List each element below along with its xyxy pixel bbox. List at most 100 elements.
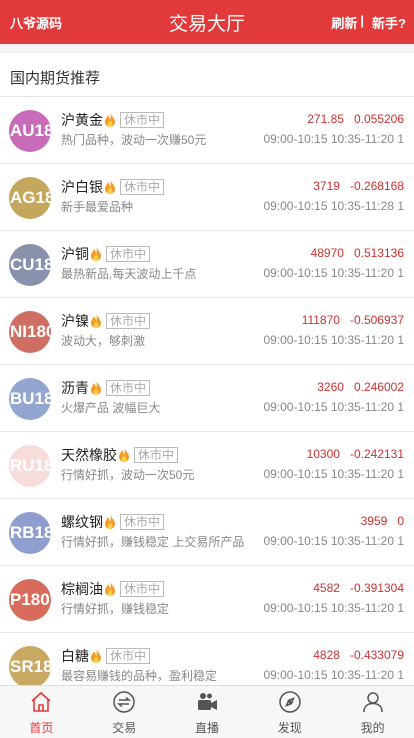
product-name: 沥青: [61, 380, 89, 396]
futures-row[interactable]: CU18 沪铜 休市中 最热新品,每天波动上千点 48970 0.513136 09:00-…: [0, 231, 414, 298]
tab-label: 直播: [194, 721, 219, 735]
top-bar: 八爷源码 交易大厅 刷新 | 新手?: [0, 0, 414, 44]
product-description: 行情好抓，赚钱稳定: [61, 602, 170, 616]
flame-icon: [90, 380, 102, 396]
product-description: 热门品种，波动一次赚50元: [61, 133, 207, 147]
change-value: -0.242131: [349, 447, 404, 461]
change-value: -0.506937: [349, 313, 404, 327]
help-button[interactable]: 新手?: [372, 13, 406, 32]
change-value: -0.433079: [349, 648, 404, 662]
trading-hours: 09:00-10:15 10:35-11:20 1: [263, 132, 404, 146]
product-avatar: AU18: [9, 110, 51, 152]
tab-label: 首页: [29, 721, 54, 735]
price-value: 271.85: [307, 112, 344, 126]
flame-icon: [104, 581, 116, 597]
price-quote: 10300 -0.242131: [307, 447, 404, 461]
futures-row[interactable]: NI180 沪镍 休市中 波动大，够刺激 111870 -0.506937 09:00-10…: [0, 298, 414, 365]
tab-compass[interactable]: 发现: [248, 686, 331, 738]
header-actions: 刷新 | 新手?: [331, 13, 406, 32]
futures-row[interactable]: SR18 白糖 休市中 最容易赚钱的品种，盈利稳定 4828 -0.433079 09:00…: [0, 633, 414, 685]
status-badge: 休市中: [106, 313, 151, 329]
change-value: 0: [397, 514, 404, 528]
status-badge: 休市中: [106, 648, 151, 664]
product-avatar: P180: [9, 579, 51, 621]
product-name-line: 螺纹钢 休市中: [61, 512, 165, 532]
trading-hours: 09:00-10:15 10:35-11:20 1: [263, 534, 404, 548]
price-value: 3719: [313, 179, 340, 193]
section-title: 国内期货推荐: [10, 70, 101, 87]
flame-icon: [104, 179, 116, 195]
product-avatar: RU18: [9, 445, 51, 487]
price-value: 48970: [310, 246, 344, 260]
product-name-line: 棕榈油 休市中: [61, 579, 165, 599]
tab-label: 发现: [277, 721, 302, 735]
status-badge: 休市中: [120, 179, 165, 195]
product-description: 行情好抓，波动一次50元: [61, 468, 195, 482]
price-quote: 48970 0.513136: [311, 246, 404, 260]
price-quote: 271.85 0.055206: [307, 112, 404, 126]
change-value: -0.391304: [349, 581, 404, 595]
product-name-line: 沪白银 休市中: [61, 177, 165, 197]
product-name: 螺纹钢: [61, 514, 103, 530]
price-quote: 4828 -0.433079: [313, 648, 404, 662]
futures-row[interactable]: AG18 沪白银 休市中 新手最爱品种 3719 -0.268168 09:00-10:15…: [0, 164, 414, 231]
trading-hours: 09:00-10:15 10:35-11:20 1: [263, 333, 404, 347]
product-name: 棕榈油: [61, 581, 103, 597]
product-name: 沪铜: [61, 246, 89, 262]
product-name-line: 沪镍 休市中: [61, 311, 151, 331]
flame-icon: [90, 648, 102, 664]
exchange-icon: [112, 690, 136, 717]
trading-hours: 09:00-10:15 10:35-11:20 1: [263, 668, 404, 682]
price-value: 3260: [317, 380, 344, 394]
product-name: 白糖: [61, 648, 89, 664]
trading-hours: 09:00-10:15 10:35-11:20 1: [263, 266, 404, 280]
flame-icon: [90, 246, 102, 262]
app-screen: 八爷源码 交易大厅 刷新 | 新手? 国内期货推荐 AU18 沪黄金休市中 热门品种…: [0, 0, 414, 738]
tab-home[interactable]: 首页: [0, 686, 83, 738]
tab-user[interactable]: 我的: [331, 686, 414, 738]
bottom-tab-bar: 首页 交易 直播 发现 我的: [0, 685, 414, 738]
product-description: 波动大，够刺激: [61, 334, 146, 348]
futures-row[interactable]: RB18 螺纹钢 休市中 行情好抓，赚钱稳定 上交易所产品 3959 0 09:00-10:…: [0, 499, 414, 566]
flame-icon: [104, 112, 116, 128]
trading-hours: 09:00-10:15 10:35-11:20 1: [263, 601, 404, 615]
change-value: -0.268168: [349, 179, 404, 193]
futures-row[interactable]: BU18 沥青 休市中 火爆产品 波幅巨大 3260 0.246002 09:00-10:1…: [0, 365, 414, 432]
home-icon: [29, 690, 53, 717]
camera-icon: [195, 690, 219, 717]
product-avatar: CU18: [9, 244, 51, 286]
price-quote: 3260 0.246002: [317, 380, 404, 394]
status-badge: 休市中: [120, 514, 165, 530]
price-quote: 3719 -0.268168: [313, 179, 404, 193]
user-icon: [361, 690, 385, 717]
futures-list: AU18 沪黄金休市中 热门品种，波动一次赚50元 271.85 0.055206 09:…: [0, 97, 414, 685]
change-value: 0.246002: [353, 380, 404, 394]
price-value: 3959: [360, 514, 388, 528]
price-value: 111870: [301, 313, 340, 327]
product-name: 沪黄金: [61, 112, 103, 128]
status-badge: 休市中: [106, 246, 151, 262]
status-badge: 休市中: [134, 447, 179, 463]
trading-hours: 09:00-10:15 10:35-11:28 1: [263, 199, 404, 213]
status-badge: 休市中: [120, 581, 165, 597]
product-avatar: RB18: [9, 512, 51, 554]
tab-camera[interactable]: 直播: [166, 686, 249, 738]
flame-icon: [118, 447, 130, 463]
trading-hours: 09:00-10:15 10:35-11:20 1: [263, 467, 404, 481]
futures-row[interactable]: AU18 沪黄金 休市中 热门品种，波动一次赚50元 271.85 0.055206 09:…: [0, 97, 414, 164]
product-description: 新手最爱品种: [61, 200, 134, 214]
futures-row[interactable]: P180 棕榈油 休市中 行情好抓，赚钱稳定 4582 -0.391304 09:00-10…: [0, 566, 414, 633]
change-value: 0.055206: [353, 112, 404, 126]
tab-exchange[interactable]: 交易: [83, 686, 166, 738]
product-name: 天然橡胶: [61, 447, 117, 463]
product-avatar: SR18: [9, 646, 51, 685]
futures-row[interactable]: RU18 天然橡胶 休市中行情好抓，波动一次50元 10300 -0.242131 09:…: [0, 432, 414, 499]
product-avatar: BU18: [9, 378, 51, 420]
change-value: 0.513136: [353, 246, 404, 260]
tab-label: 我的: [360, 721, 385, 735]
refresh-button[interactable]: 刷新: [331, 13, 357, 32]
product-name-line: 天然橡胶 休市中: [61, 445, 179, 465]
product-description: 火爆产品 波幅巨大: [61, 401, 161, 415]
product-name-line: 白糖 休市中: [61, 646, 151, 666]
tab-label: 交易: [112, 721, 137, 735]
